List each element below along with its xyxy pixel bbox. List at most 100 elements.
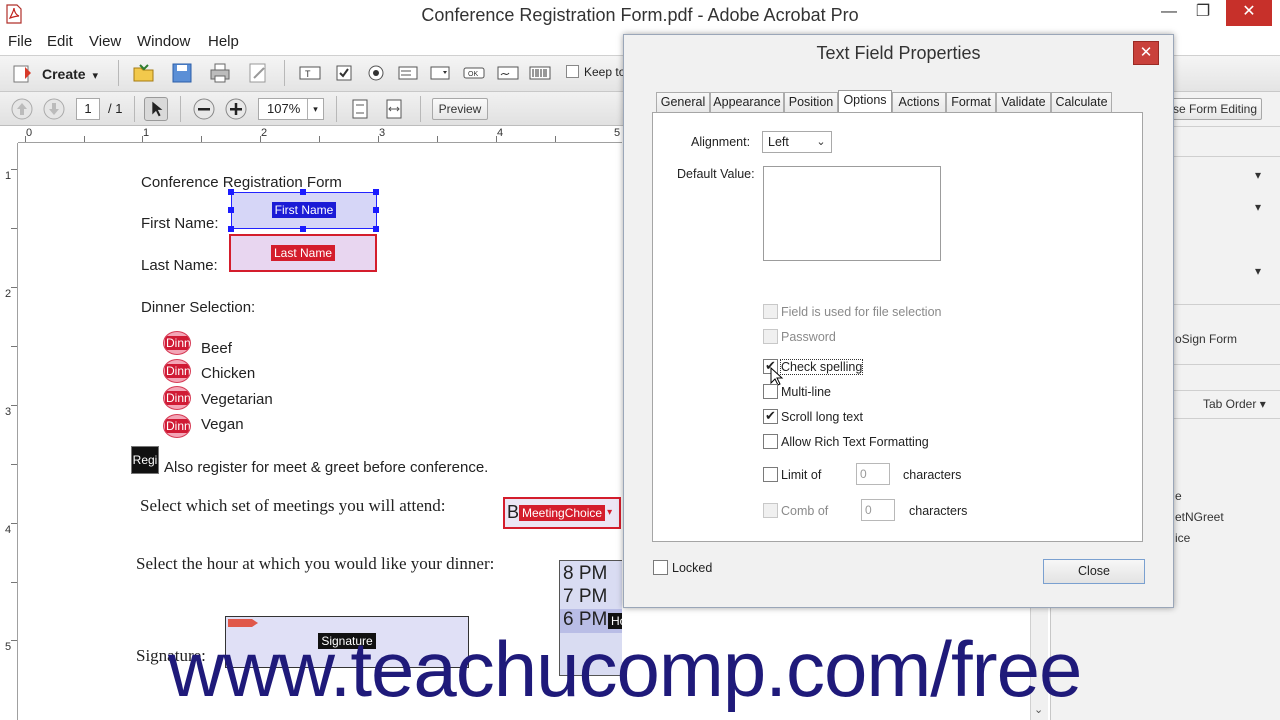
locked-checkbox[interactable] bbox=[653, 560, 668, 575]
create-button[interactable]: Create ▾ bbox=[10, 62, 98, 86]
minimize-button[interactable]: — bbox=[1152, 0, 1186, 26]
preview-button[interactable]: Preview bbox=[432, 98, 488, 120]
selection-handle[interactable] bbox=[228, 226, 234, 232]
selection-handle[interactable] bbox=[228, 189, 234, 195]
next-page-icon[interactable] bbox=[42, 97, 66, 121]
zoom-level-select[interactable]: 107% ▾ bbox=[258, 98, 324, 120]
checkbox-tool-icon[interactable] bbox=[332, 61, 356, 85]
limit-of-checkbox[interactable] bbox=[763, 467, 778, 482]
digital-signature-tool-icon[interactable] bbox=[496, 61, 520, 85]
first-name-field[interactable]: First Name bbox=[231, 192, 377, 229]
dinner-radio-beef[interactable]: Dinn bbox=[163, 331, 191, 355]
zoom-dropdown-arrow[interactable]: ▾ bbox=[307, 99, 323, 119]
tab-actions[interactable]: Actions bbox=[892, 92, 946, 113]
dinner-radio-chicken[interactable]: Dinn bbox=[163, 359, 191, 383]
selection-handle[interactable] bbox=[228, 207, 234, 213]
last-name-field[interactable]: Last Name bbox=[229, 234, 377, 272]
dinner-radio-vegetarian[interactable]: Dinn bbox=[163, 386, 191, 410]
tab-general[interactable]: General bbox=[656, 92, 710, 113]
field-list-item[interactable]: e bbox=[1175, 489, 1182, 503]
keep-tools-option[interactable]: Keep to bbox=[566, 65, 625, 79]
scroll-long-text-checkbox[interactable]: ✔ bbox=[763, 409, 778, 424]
close-button[interactable]: Close bbox=[1043, 559, 1145, 584]
menu-edit[interactable]: Edit bbox=[47, 33, 73, 50]
dinner-option-vegan: Vegan bbox=[201, 416, 244, 433]
open-folder-icon[interactable] bbox=[132, 61, 156, 85]
fit-page-icon[interactable] bbox=[348, 97, 372, 121]
toolbar-separator bbox=[180, 96, 181, 122]
tab-validate[interactable]: Validate bbox=[996, 92, 1051, 113]
comb-of-input[interactable]: 0 bbox=[861, 499, 895, 521]
tab-calculate[interactable]: Calculate bbox=[1051, 92, 1112, 113]
page-number-input[interactable]: 1 bbox=[76, 98, 100, 120]
default-value-textarea[interactable] bbox=[763, 166, 941, 261]
first-name-label: First Name: bbox=[141, 215, 219, 232]
maximize-button[interactable]: ❐ bbox=[1186, 0, 1220, 26]
multi-line-checkbox[interactable] bbox=[763, 384, 778, 399]
selection-handle[interactable] bbox=[373, 207, 379, 213]
tab-format[interactable]: Format bbox=[946, 92, 996, 113]
tab-position[interactable]: Position bbox=[784, 92, 838, 113]
echosign-form-item[interactable]: oSign Form bbox=[1175, 332, 1237, 346]
dialog-title: Text Field Properties bbox=[816, 43, 981, 63]
window-close-button[interactable]: ✕ bbox=[1226, 0, 1272, 26]
menu-file[interactable]: File bbox=[8, 33, 32, 50]
meeting-dropdown-arrow[interactable]: ▾ bbox=[607, 507, 612, 518]
toolbar-separator bbox=[134, 96, 135, 122]
alignment-dropdown-arrow: ⌄ bbox=[816, 136, 826, 148]
tab-options[interactable]: Options bbox=[838, 90, 892, 113]
hour-option-7pm[interactable]: 7 PM bbox=[563, 586, 607, 608]
ruler-number: 5 bbox=[614, 127, 621, 139]
pane-dropdown-arrow[interactable]: ▾ bbox=[1255, 168, 1261, 182]
dropdown-tool-icon[interactable] bbox=[428, 61, 452, 85]
comb-of-checkbox[interactable] bbox=[763, 503, 778, 518]
fit-width-icon[interactable] bbox=[382, 97, 406, 121]
save-icon[interactable] bbox=[170, 61, 194, 85]
zoom-in-icon[interactable] bbox=[224, 97, 248, 121]
ruler-tick bbox=[11, 582, 17, 583]
menu-window[interactable]: Window bbox=[137, 33, 190, 50]
hour-option-8pm[interactable]: 8 PM bbox=[563, 563, 607, 585]
dialog-close-icon[interactable]: ✕ bbox=[1133, 41, 1159, 65]
svg-text:OK: OK bbox=[468, 71, 478, 78]
zoom-out-icon[interactable] bbox=[192, 97, 216, 121]
field-list-item[interactable]: ice bbox=[1175, 531, 1190, 545]
sign-edit-icon[interactable] bbox=[246, 61, 270, 85]
selection-handle[interactable] bbox=[373, 189, 379, 195]
dinner-radio-vegan[interactable]: Dinn bbox=[163, 414, 191, 438]
tab-appearance[interactable]: Appearance bbox=[710, 92, 784, 113]
limit-of-input[interactable]: 0 bbox=[856, 463, 890, 485]
radio-field-label: Dinn bbox=[165, 391, 191, 405]
ruler-tick bbox=[11, 287, 17, 288]
radio-field-label: Dinn bbox=[165, 364, 191, 378]
rich-text-checkbox[interactable] bbox=[763, 434, 778, 449]
keep-tools-checkbox[interactable] bbox=[566, 65, 579, 78]
pane-dropdown-arrow[interactable]: ▾ bbox=[1255, 200, 1261, 214]
menu-help[interactable]: Help bbox=[208, 33, 239, 50]
previous-page-icon[interactable] bbox=[10, 97, 34, 121]
field-list-item[interactable]: etNGreet bbox=[1175, 510, 1224, 524]
selection-handle[interactable] bbox=[300, 226, 306, 232]
list-box-tool-icon[interactable] bbox=[396, 61, 420, 85]
print-icon[interactable] bbox=[208, 61, 232, 85]
file-selection-checkbox[interactable] bbox=[763, 304, 778, 319]
barcode-tool-icon[interactable] bbox=[528, 61, 552, 85]
button-tool-icon[interactable]: OK bbox=[462, 61, 486, 85]
meet-greet-checkbox[interactable]: Regi bbox=[131, 446, 159, 474]
scroll-long-text-label: Scroll long text bbox=[781, 410, 863, 424]
ruler-number: 4 bbox=[497, 127, 504, 139]
tab-order-button[interactable]: Tab Order ▾ bbox=[1203, 397, 1266, 411]
password-checkbox[interactable] bbox=[763, 329, 778, 344]
selection-handle[interactable] bbox=[300, 189, 306, 195]
text-field-tool-icon[interactable]: T bbox=[298, 61, 322, 85]
selection-handle[interactable] bbox=[373, 226, 379, 232]
ruler-tick bbox=[11, 169, 17, 170]
tab-order-arrow: ▾ bbox=[1259, 397, 1266, 411]
alignment-select[interactable]: Left ⌄ bbox=[762, 131, 832, 153]
meeting-choice-dropdown[interactable]: B MeetingChoice ▾ bbox=[503, 497, 621, 529]
ruler-number: 0 bbox=[26, 127, 33, 139]
menu-view[interactable]: View bbox=[89, 33, 121, 50]
pane-dropdown-arrow[interactable]: ▾ bbox=[1255, 264, 1261, 278]
radio-tool-icon[interactable] bbox=[364, 61, 388, 85]
select-object-icon[interactable] bbox=[144, 97, 168, 121]
